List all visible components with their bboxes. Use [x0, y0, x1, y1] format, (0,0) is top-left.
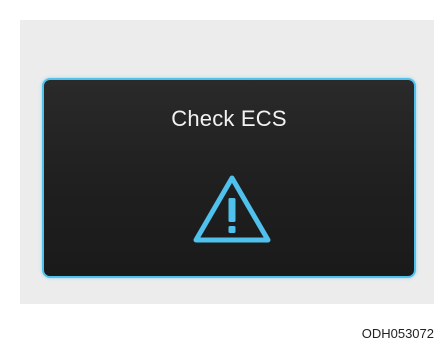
figure-code: ODH053072 — [361, 326, 434, 341]
warning-triangle-icon — [193, 175, 271, 243]
cluster-display: Check ECS — [42, 78, 416, 278]
warning-message: Check ECS — [171, 106, 287, 131]
figure: Check ECS ODH053072 — [0, 0, 434, 344]
